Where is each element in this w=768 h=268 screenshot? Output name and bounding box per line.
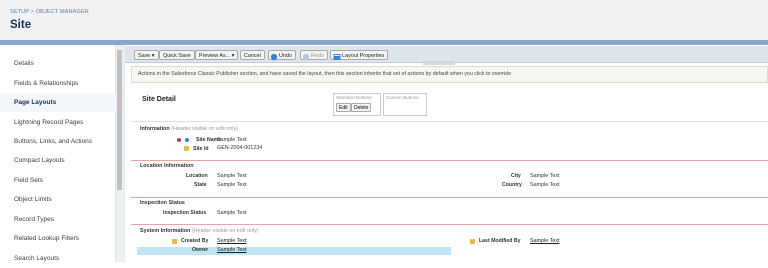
breadcrumb[interactable]: SETUP > OBJECT MANAGER (10, 9, 89, 15)
layout-properties-label: Layout Properties (342, 53, 385, 59)
country-value[interactable]: Sample Text (530, 182, 560, 188)
undo-label: Undo (279, 53, 292, 59)
detail-header (131, 86, 768, 122)
inspection-status-value[interactable]: Sample Text (217, 210, 247, 216)
required-field-icon (177, 138, 181, 142)
inspection-section-title: Inspection Status (140, 200, 185, 206)
created-by-label: Created By (181, 238, 209, 244)
state-value[interactable]: Sample Text (217, 182, 247, 188)
owner-value[interactable]: Sample Text (217, 247, 247, 253)
standard-buttons-label: Standard Buttons (336, 95, 372, 100)
information-section-header[interactable]: Information (Header visible on edit only… (140, 126, 238, 132)
system-section-header[interactable]: System Information (Header visible on ed… (140, 228, 259, 234)
site-name-value[interactable]: Sample Text (217, 137, 247, 143)
information-section-title: Information (140, 126, 170, 132)
sidebar-item-related-lookup-filters[interactable]: Related Lookup Filters (0, 229, 116, 248)
toolbar-resize-handle[interactable] (423, 61, 455, 65)
city-label: City (511, 173, 521, 179)
layout-properties-icon (333, 54, 341, 60)
sidebar-item-lightning-record-pages[interactable]: Lightning Record Pages (0, 113, 116, 132)
redo-label: Redo (311, 53, 324, 59)
section-divider (131, 160, 768, 161)
sidebar-item-details[interactable]: Details (0, 54, 116, 73)
location-label: Location (186, 173, 208, 179)
owner-label: Owner (192, 247, 209, 253)
detail-title: Site Detail (142, 96, 176, 103)
sidebar-item-buttons-links-actions[interactable]: Buttons, Links, and Actions (0, 132, 116, 151)
sidebar-item-object-limits[interactable]: Object Limits (0, 190, 116, 209)
page-title: Site (10, 19, 32, 31)
site-id-label: Site Id (193, 146, 209, 152)
quick-save-button[interactable]: Quick Save (159, 50, 195, 60)
created-by-value[interactable]: Sample Text (217, 238, 247, 244)
lock-icon (470, 239, 475, 244)
redo-icon (302, 53, 310, 61)
preview-as-button[interactable]: Preview As... ▾ (195, 50, 239, 60)
cancel-button[interactable]: Cancel (240, 50, 265, 60)
sidebar-item-page-layouts[interactable]: Page Layouts (0, 93, 116, 112)
last-modified-by-label: Last Modified By (479, 238, 521, 244)
sidebar-scrollbar-thumb[interactable] (117, 50, 122, 190)
inspection-status-label: Inspection Status (163, 210, 207, 216)
country-label: Country (502, 182, 522, 188)
save-button[interactable]: Save ▾ (134, 50, 159, 60)
custom-buttons-label: Custom Buttons (386, 95, 419, 100)
state-label: State (194, 182, 207, 188)
page-header (0, 0, 768, 40)
info-banner: Actions in the Salesforce Classic Publis… (131, 66, 768, 83)
lock-icon (172, 239, 177, 244)
sidebar-item-compact-layouts[interactable]: Compact Layouts (0, 151, 116, 170)
information-section-note: (Header visible on edit only) (171, 126, 238, 132)
section-divider (131, 197, 768, 198)
system-section-note: (Header visible on edit only) (191, 228, 259, 234)
city-value[interactable]: Sample Text (530, 173, 560, 179)
sidebar-item-record-types[interactable]: Record Types (0, 210, 116, 229)
edit-button[interactable]: Edit (336, 103, 351, 112)
delete-button[interactable]: Delete (351, 103, 372, 112)
sidebar-item-fields-relationships[interactable]: Fields & Relationships (0, 74, 116, 93)
inspection-section-header[interactable]: Inspection Status (140, 200, 185, 206)
last-modified-by-value[interactable]: Sample Text (530, 238, 560, 244)
info-dot-icon (185, 138, 189, 142)
site-id-value[interactable]: GEN-2004-001234 (217, 145, 262, 151)
system-section-title: System Information (140, 228, 191, 234)
location-value[interactable]: Sample Text (217, 173, 247, 179)
location-section-title: Location Information (140, 163, 194, 169)
undo-icon (270, 53, 278, 61)
sidebar: Details Fields & Relationships Page Layo… (0, 45, 116, 262)
lock-icon (184, 146, 189, 151)
location-section-header[interactable]: Location Information (140, 163, 194, 169)
section-divider (131, 224, 768, 225)
owner-row-highlight[interactable] (137, 247, 451, 255)
sidebar-item-field-sets[interactable]: Field Sets (0, 171, 116, 190)
sidebar-item-search-layouts[interactable]: Search Layouts (0, 249, 116, 268)
